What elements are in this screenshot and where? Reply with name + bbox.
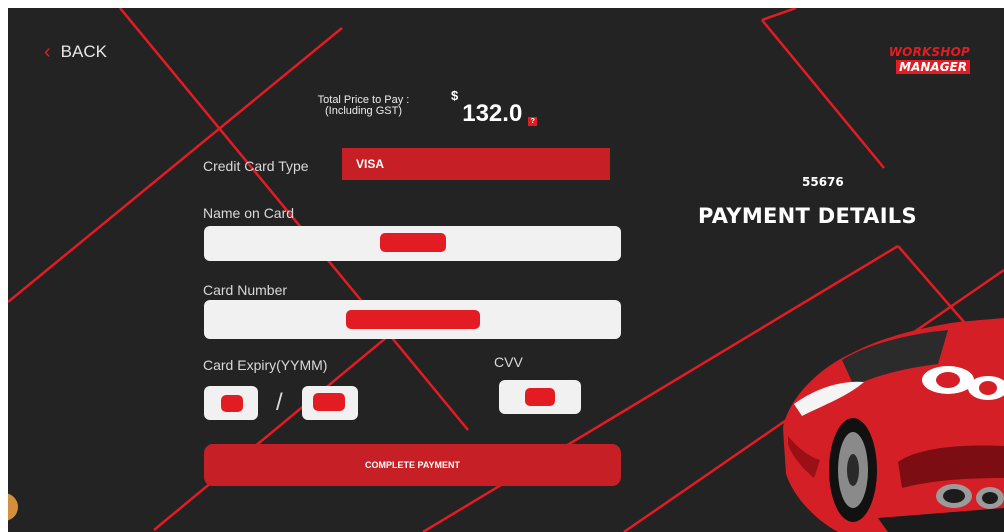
complete-payment-button[interactable]: COMPLETE PAYMENT: [204, 444, 621, 486]
redacted-value: [313, 393, 345, 411]
payment-screen: ‹ BACK WORKSHOP MANAGER Total Price to P…: [8, 8, 1004, 532]
page-title: PAYMENT DETAILS: [698, 204, 917, 228]
cvv-field[interactable]: [499, 380, 581, 414]
redacted-value: [525, 388, 555, 406]
card-expiry-label: Card Expiry(YYMM): [203, 357, 328, 373]
expiry-month-field[interactable]: [302, 386, 358, 420]
back-button[interactable]: ‹ BACK: [44, 42, 107, 62]
total-price-amount: 132.0: [462, 100, 523, 127]
name-on-card-field[interactable]: [204, 226, 621, 261]
expiry-separator: /: [276, 389, 283, 416]
car-illustration: [783, 318, 1004, 532]
cvv-label: CVV: [494, 354, 523, 370]
card-type-label: Credit Card Type: [203, 158, 309, 174]
currency-symbol: $: [451, 88, 459, 103]
total-price-label: Total Price to Pay : (Including GST): [306, 95, 421, 117]
deco-line: [761, 8, 797, 22]
card-number-field[interactable]: [204, 300, 621, 339]
card-number-label: Card Number: [203, 282, 288, 298]
total-price: $ 132.0 ?: [451, 88, 538, 128]
redacted-value: [380, 233, 446, 252]
redacted-value: [346, 310, 480, 329]
deco-line: [153, 307, 423, 531]
name-on-card-label: Name on Card: [203, 205, 295, 221]
card-type-select[interactable]: VISA: [342, 148, 610, 180]
order-number: 55676: [802, 175, 844, 189]
total-price-label-line2: (Including GST): [324, 105, 403, 117]
brand-line2: MANAGER: [896, 60, 970, 74]
brand-logo: WORKSHOP MANAGER: [884, 46, 970, 74]
expiry-year-field[interactable]: [204, 386, 258, 420]
brand-line1: WORKSHOP: [888, 45, 970, 59]
redacted-value: [221, 395, 243, 412]
chevron-left-icon: ‹: [44, 41, 51, 63]
back-label: BACK: [60, 42, 107, 61]
deco-line: [761, 19, 885, 169]
info-icon[interactable]: ?: [528, 117, 538, 126]
